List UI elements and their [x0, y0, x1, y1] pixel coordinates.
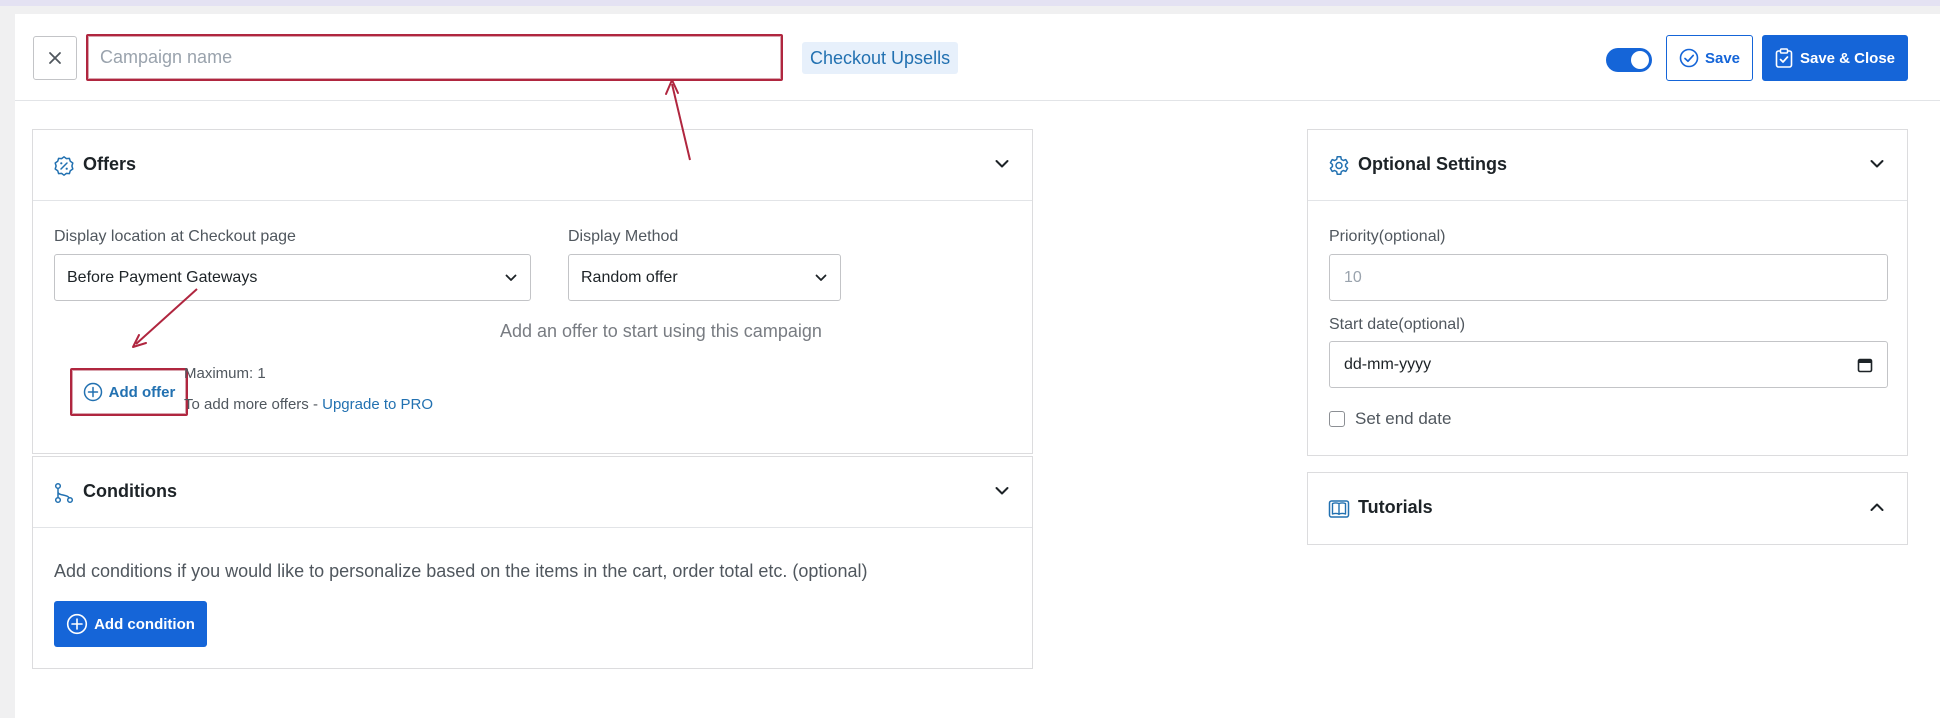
tutorials-header[interactable]: Tutorials [1308, 473, 1907, 544]
conditions-panel: Conditions Add conditions if you would l… [32, 456, 1033, 669]
set-end-date-label: Set end date [1355, 409, 1452, 428]
add-condition-button[interactable]: Add condition [54, 601, 207, 647]
campaign-active-toggle[interactable] [1606, 48, 1652, 72]
git-branch-icon [54, 482, 74, 504]
display-location-select[interactable]: Before Payment Gateways [54, 254, 531, 301]
display-method-label: Display Method [568, 228, 679, 245]
chevron-down-icon [505, 274, 517, 281]
check-circle-icon [1679, 48, 1699, 68]
chevron-down-icon[interactable] [994, 483, 1010, 499]
start-date-label-text: Start date [1329, 316, 1399, 333]
chevron-up-icon[interactable] [1869, 499, 1885, 515]
priority-placeholder: 10 [1344, 268, 1362, 286]
save-and-close-button[interactable]: Save & Close [1762, 35, 1908, 81]
add-condition-label: Add condition [94, 615, 195, 633]
add-offer-button[interactable]: Add offer [70, 368, 188, 416]
priority-label: Priority(optional) [1329, 228, 1445, 246]
chevron-down-icon [815, 274, 827, 281]
chevron-down-icon[interactable] [994, 156, 1010, 172]
conditions-description: Add conditions if you would like to pers… [54, 561, 868, 581]
priority-label-text: Priority [1329, 228, 1379, 245]
conditions-title: Conditions [83, 481, 177, 501]
optional-settings-title: Optional Settings [1358, 154, 1508, 174]
tutorials-title: Tutorials [1358, 497, 1433, 517]
save-button[interactable]: Save [1666, 35, 1753, 81]
display-method-select[interactable]: Random offer [568, 254, 841, 301]
start-date-value: dd-mm-yyyy [1344, 355, 1432, 373]
start-date-input[interactable]: dd-mm-yyyy [1329, 341, 1888, 388]
display-location-value: Before Payment Gateways [67, 268, 258, 286]
book-icon [1328, 500, 1350, 518]
optional-settings-panel: Optional Settings Priority(optional) 10 … [1307, 129, 1908, 456]
more-offers-text: To add more offers - [184, 396, 323, 413]
offers-panel: Offers Display location at Checkout page… [32, 129, 1033, 454]
start-date-label: Start date(optional) [1329, 316, 1465, 334]
set-end-date-checkbox[interactable] [1329, 411, 1345, 427]
offers-empty-message: Add an offer to start using this campaig… [500, 321, 822, 341]
clipboard-check-icon [1775, 48, 1793, 68]
optional-settings-header[interactable]: Optional Settings [1308, 130, 1907, 201]
editor-header: Checkout Upsells Save Save & Close [15, 14, 1940, 101]
tutorials-panel: Tutorials [1307, 472, 1908, 545]
priority-input[interactable]: 10 [1329, 254, 1888, 301]
save-and-close-label: Save & Close [1799, 49, 1896, 67]
maximum-offers-text: Maximum: 1 [184, 365, 266, 382]
offers-title: Offers [83, 154, 137, 174]
upgrade-to-pro-link[interactable]: Upgrade to PRO [322, 396, 433, 413]
calendar-icon[interactable] [1857, 357, 1873, 373]
start-date-label-suffix: (optional) [1398, 316, 1466, 333]
plus-circle-icon [83, 382, 102, 402]
add-offer-label: Add offer [108, 383, 176, 401]
badge-percent-icon [54, 156, 74, 176]
close-button[interactable] [33, 36, 77, 80]
toggle-knob [1631, 51, 1649, 69]
save-button-label: Save [1704, 49, 1741, 67]
conditions-panel-header[interactable]: Conditions [33, 457, 1032, 528]
close-icon [49, 52, 61, 64]
display-method-value: Random offer [581, 268, 678, 286]
gear-icon [1329, 156, 1349, 175]
plus-circle-icon [66, 613, 88, 635]
upgrade-note: To add more offers - Upgrade to PRO [184, 396, 433, 413]
display-location-label: Display location at Checkout page [54, 228, 296, 245]
campaign-editor: Checkout Upsells Save Save & Close [15, 14, 1940, 718]
offers-panel-header[interactable]: Offers [33, 130, 1032, 201]
campaign-name-input[interactable] [86, 34, 783, 81]
campaign-type-badge: Checkout Upsells [802, 42, 959, 74]
top-strip [0, 0, 1940, 6]
priority-label-suffix: (optional) [1378, 228, 1446, 245]
chevron-down-icon[interactable] [1869, 156, 1885, 172]
